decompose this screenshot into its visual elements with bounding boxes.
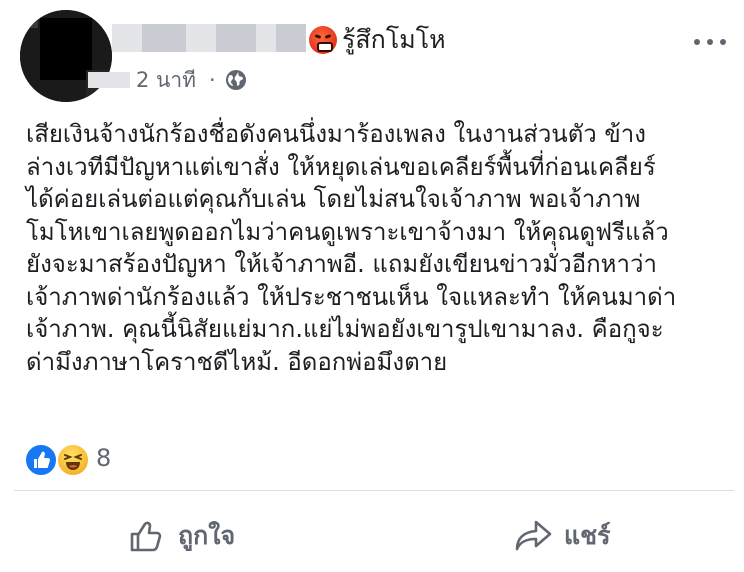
post-line: เสียเงินจ้างนักร้องชื่อดังคนนึ่งมาร้องเพ… (26, 120, 647, 148)
like-button[interactable]: ถูกใจ (124, 512, 284, 560)
censored-name-segment (142, 24, 186, 52)
censored-name-segment (256, 24, 276, 52)
feeling-label: รู้สึกโมโห (342, 25, 446, 54)
censored-name-segment (186, 24, 216, 52)
post-line: ยังจะมาสร้องปัญหา ให้เจ้าภาพอี. แถมยังเข… (26, 250, 657, 278)
post-line: โมโหเขาเลยพูดออกไมว่าคนดูเพราะเขาจ้างมา … (26, 217, 669, 246)
like-button-label: ถูกใจ (178, 521, 236, 550)
censored-name-segment (276, 24, 306, 52)
haha-reaction-icon[interactable] (56, 443, 90, 477)
post-timestamp[interactable]: 2 นาที (136, 66, 196, 94)
post-text: เสียเงินจ้างนักร้องชื่อดังคนนึ่งมาร้องเพ… (26, 118, 736, 378)
divider (14, 490, 734, 491)
post-line: ล่างเวทีมีปัญหาแต่เขาสั่ง ให้หยุดเล่นขอเ… (26, 152, 656, 181)
more-options-icon[interactable] (690, 34, 730, 50)
share-arrow-icon (515, 520, 552, 551)
thumbs-up-icon (130, 521, 162, 552)
share-button[interactable]: แชร์ (512, 512, 642, 560)
globe-icon[interactable] (224, 68, 248, 92)
like-reaction-icon[interactable] (24, 443, 58, 477)
censored-time-prefix (88, 72, 130, 88)
censored-name-segment (216, 24, 256, 52)
angry-face-icon (309, 26, 337, 54)
censored-name[interactable] (112, 24, 142, 52)
post-line: เจ้าภาพ. คุณนี้นิสัยแย่มาก.แย่ไม่พอยังเข… (26, 315, 664, 343)
reaction-count[interactable]: 8 (96, 442, 111, 474)
post-line: ได้ค่อยเล่นต่อแต่คุณกับเล่น โดยไม่สนใจเจ… (26, 185, 641, 213)
avatar[interactable] (20, 10, 112, 102)
share-button-label: แชร์ (564, 521, 611, 550)
separator-dot: · (209, 68, 216, 92)
post-line: ด่ามึงภาษาโคราชดีไหม้. อีดอกพ่อมึงตาย (26, 347, 448, 376)
post-line: เจ้าภาพด่านักร้องแล้ว ให้ประชาชนเห็น ใจแ… (26, 282, 677, 311)
